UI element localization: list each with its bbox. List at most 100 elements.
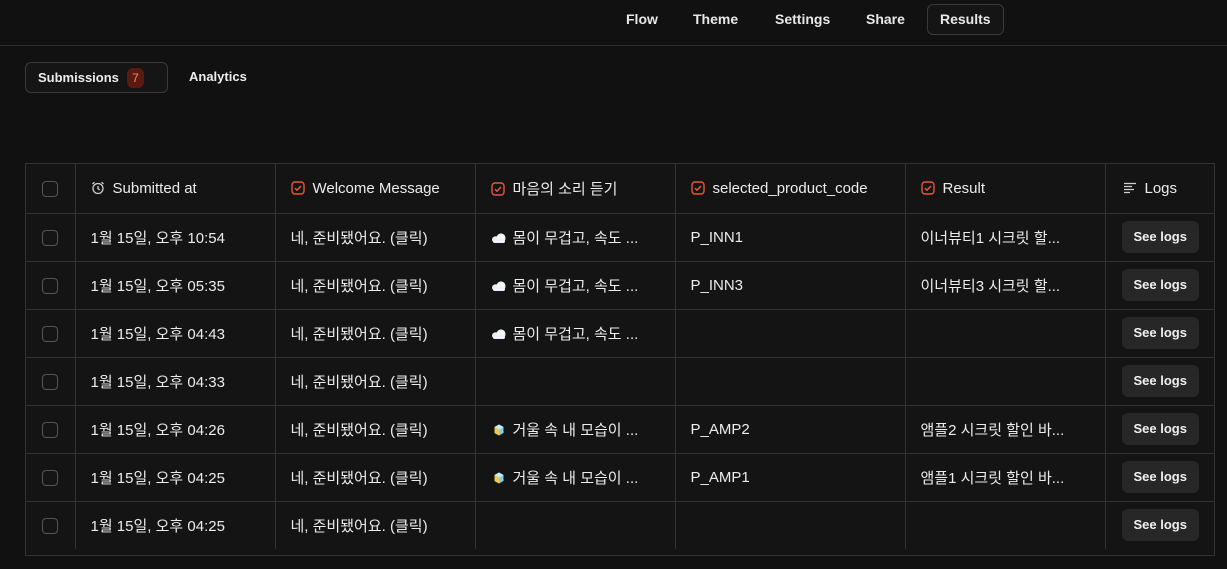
cell-voice-text: 몸이 무겁고, 속도 ...	[512, 325, 639, 343]
cell-logs: See logs	[1105, 501, 1214, 549]
alarm-clock-icon	[91, 181, 104, 194]
tab-submissions[interactable]: Submissions 7	[25, 62, 168, 93]
cell-voice: 거울 속 내 모습이 ...	[475, 453, 676, 502]
cell-welcome-message: 네, 준비됐어요. (클릭)	[275, 309, 476, 358]
nav-results[interactable]: Results	[927, 4, 1004, 35]
cell-submitted-at: 1월 15일, 오후 04:33	[75, 357, 276, 406]
cell-welcome-message: 네, 준비됐어요. (클릭)	[275, 261, 476, 310]
cell-submitted-at: 1월 15일, 오후 10:54	[75, 213, 276, 262]
cell-result: 앰플2 시크릿 할인 바...	[905, 405, 1106, 454]
checkbox-icon	[290, 181, 305, 195]
cell-welcome-message: 네, 준비됐어요. (클릭)	[275, 501, 476, 549]
cell-result: 이너뷰티1 시크릿 할...	[905, 213, 1106, 262]
tab-analytics[interactable]: Analytics	[177, 62, 259, 93]
nav-settings[interactable]: Settings	[763, 4, 842, 35]
cell-welcome-message: 네, 준비됐어요. (클릭)	[275, 357, 476, 406]
see-logs-button[interactable]: See logs	[1121, 269, 1199, 301]
row-checkbox[interactable]	[42, 373, 59, 390]
cloud-icon	[491, 232, 505, 243]
header-label: 마음의 소리 듣기	[512, 180, 618, 198]
header-logs[interactable]: Logs	[1105, 164, 1214, 214]
cell-voice: 몸이 무겁고, 속도 ...	[475, 213, 676, 262]
cell-voice: 몸이 무겁고, 속도 ...	[475, 309, 676, 358]
row-select-cell[interactable]	[26, 357, 76, 406]
cell-welcome-message: 네, 준비됐어요. (클릭)	[275, 213, 476, 262]
cell-welcome-message: 네, 준비됐어요. (클릭)	[275, 405, 476, 454]
row-select-cell[interactable]	[26, 453, 76, 502]
cell-product-code: P_INN1	[675, 213, 906, 262]
cell-product-code: P_AMP1	[675, 453, 906, 502]
cell-logs: See logs	[1105, 261, 1214, 310]
nav-flow[interactable]: Flow	[614, 4, 670, 35]
header-submitted-at[interactable]: Submitted at	[75, 164, 276, 214]
cell-voice-text: 몸이 무겁고, 속도 ...	[512, 229, 639, 247]
cell-logs: See logs	[1105, 357, 1214, 406]
cell-voice-text: 몸이 무겁고, 속도 ...	[512, 277, 639, 295]
row-select-cell[interactable]	[26, 501, 76, 549]
cell-voice	[475, 501, 676, 549]
cell-submitted-at: 1월 15일, 오후 04:25	[75, 453, 276, 502]
header-select-all[interactable]	[26, 164, 76, 214]
see-logs-button[interactable]: See logs	[1121, 317, 1199, 349]
header-voice[interactable]: 마음의 소리 듣기	[475, 164, 676, 214]
table-row[interactable]: 1월 15일, 오후 04:26 네, 준비됐어요. (클릭) 거울 속 내 모습이…	[26, 405, 1214, 454]
see-logs-button[interactable]: See logs	[1121, 509, 1199, 542]
cloud-icon	[491, 280, 505, 291]
see-logs-button[interactable]: See logs	[1121, 461, 1199, 493]
row-select-cell[interactable]	[26, 261, 76, 310]
row-select-cell[interactable]	[26, 405, 76, 454]
row-checkbox[interactable]	[42, 517, 59, 534]
header-result[interactable]: Result	[905, 164, 1106, 214]
row-checkbox[interactable]	[42, 325, 59, 342]
cell-product-code	[675, 309, 906, 358]
cell-voice: 몸이 무겁고, 속도 ...	[475, 261, 676, 310]
cell-submitted-at: 1월 15일, 오후 04:26	[75, 405, 276, 454]
cell-logs: See logs	[1105, 405, 1214, 454]
cell-submitted-at: 1월 15일, 오후 04:25	[75, 501, 276, 549]
nav-theme[interactable]: Theme	[681, 4, 750, 35]
cell-voice: 거울 속 내 모습이 ...	[475, 405, 676, 454]
checkbox-icon	[920, 181, 935, 195]
header-label: Welcome Message	[312, 179, 440, 197]
header-welcome-message[interactable]: Welcome Message	[275, 164, 476, 214]
see-logs-button[interactable]: See logs	[1121, 221, 1199, 253]
cell-result: 앰플1 시크릿 할인 바...	[905, 453, 1106, 502]
select-all-checkbox[interactable]	[42, 180, 59, 197]
table-row[interactable]: 1월 15일, 오후 04:25 네, 준비됐어요. (클릭) 거울 속 내 모습이…	[26, 453, 1214, 502]
nav-share[interactable]: Share	[854, 4, 917, 35]
cell-voice	[475, 357, 676, 406]
row-checkbox[interactable]	[42, 469, 59, 486]
see-logs-button[interactable]: See logs	[1121, 413, 1199, 445]
cell-product-code	[675, 501, 906, 549]
header-label: Submitted at	[112, 179, 197, 197]
table-row[interactable]: 1월 15일, 오후 04:33 네, 준비됐어요. (클릭) See logs	[26, 357, 1214, 406]
cell-result	[905, 357, 1106, 406]
cell-product-code	[675, 357, 906, 406]
header-label: Result	[942, 179, 986, 197]
cell-result: 이너뷰티3 시크릿 할...	[905, 261, 1106, 310]
header-label: selected_product_code	[712, 179, 868, 197]
table-row[interactable]: 1월 15일, 오후 04:43 네, 준비됐어요. (클릭) 몸이 무겁고, 속도…	[26, 309, 1214, 358]
cell-product-code: P_AMP2	[675, 405, 906, 454]
cell-voice-text: 거울 속 내 모습이 ...	[512, 469, 639, 487]
submissions-table: Submitted at Welcome Message 마음의 소리 듣기 s…	[25, 163, 1215, 556]
cell-result	[905, 309, 1106, 358]
table-row[interactable]: 1월 15일, 오후 05:35 네, 준비됐어요. (클릭) 몸이 무겁고, 속도…	[26, 261, 1214, 310]
cell-submitted-at: 1월 15일, 오후 05:35	[75, 261, 276, 310]
table-row[interactable]: 1월 15일, 오후 04:25 네, 준비됐어요. (클릭) See logs	[26, 501, 1214, 549]
submissions-count-badge: 7	[126, 67, 144, 88]
cloud-icon	[491, 328, 505, 339]
see-logs-button[interactable]: See logs	[1121, 365, 1199, 397]
table-row[interactable]: 1월 15일, 오후 10:54 네, 준비됐어요. (클릭) 몸이 무겁고, 속도…	[26, 213, 1214, 262]
gem-icon	[494, 472, 503, 483]
checkbox-icon	[690, 181, 705, 195]
row-checkbox[interactable]	[42, 229, 59, 246]
row-select-cell[interactable]	[26, 309, 76, 358]
row-checkbox[interactable]	[42, 421, 59, 438]
top-navigation: Flow Theme Settings Share Results	[0, 0, 1227, 46]
row-checkbox[interactable]	[42, 277, 59, 294]
row-select-cell[interactable]	[26, 213, 76, 262]
tab-submissions-label: Submissions	[38, 70, 119, 85]
header-product-code[interactable]: selected_product_code	[675, 164, 906, 214]
cell-product-code: P_INN3	[675, 261, 906, 310]
